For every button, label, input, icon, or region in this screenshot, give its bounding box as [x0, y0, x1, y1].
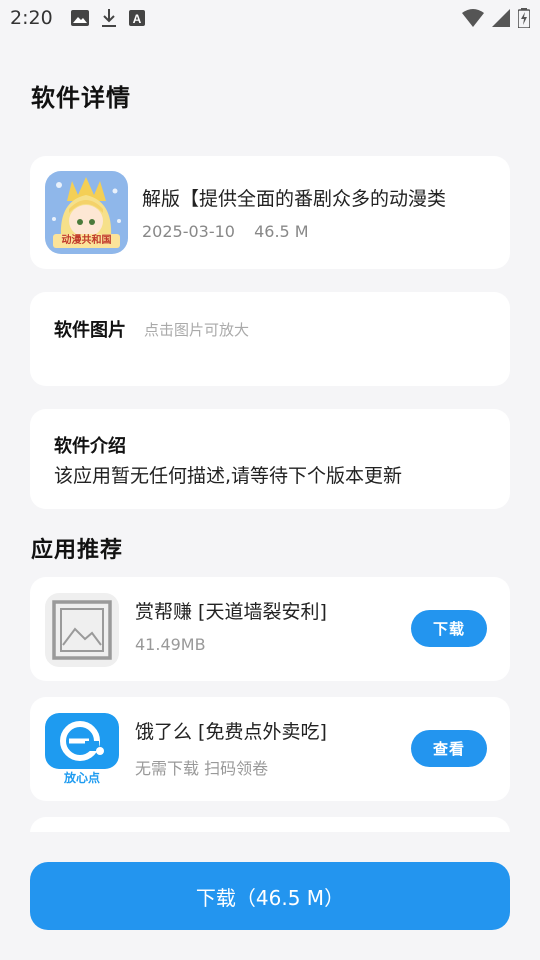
app-size: 46.5 M: [254, 222, 309, 241]
image-icon: [70, 10, 89, 26]
status-time: 2:20: [10, 7, 53, 29]
recommend-item-name: 赏帮赚 [天道墙裂安利]: [135, 601, 327, 623]
svg-text:A: A: [132, 12, 141, 26]
intro-description: 该应用暂无任何描述,请等待下个版本更新: [54, 465, 403, 487]
app-icon: 动漫共和国: [45, 171, 128, 254]
main-download-button[interactable]: 下载（46.5 M）: [30, 862, 510, 930]
text-box-icon: A: [128, 10, 145, 26]
download-button[interactable]: 下载: [411, 610, 487, 647]
intro-title: 软件介绍: [54, 436, 126, 457]
wifi-icon: [462, 9, 484, 27]
recommend-item-size: 41.49MB: [135, 635, 206, 654]
status-bar: 2:20 A: [0, 0, 540, 36]
image-placeholder-icon: [45, 593, 119, 667]
recommend-item-subtitle: 无需下载 扫码领卷: [135, 759, 269, 778]
battery-icon: [518, 8, 530, 28]
app-name: 解版【提供全面的番剧众多的动漫类: [142, 188, 447, 210]
recommend-item-name: 饿了么 [免费点外卖吃]: [135, 721, 327, 743]
list-item[interactable]: 放心点 饿了么 [免费点外卖吃] 无需下载 扫码领卷 查看: [30, 697, 510, 801]
intro-card: 软件介绍 该应用暂无任何描述,请等待下个版本更新: [30, 409, 510, 509]
screenshots-card[interactable]: 软件图片 点击图片可放大: [30, 292, 510, 386]
app-icon-caption: 动漫共和国: [61, 235, 112, 246]
screenshots-hint: 点击图片可放大: [144, 321, 250, 339]
app-meta: 2025-03-10 46.5 M: [142, 222, 309, 241]
view-button[interactable]: 查看: [411, 730, 487, 767]
screenshots-title: 软件图片: [54, 320, 126, 341]
page-title: 软件详情: [31, 84, 131, 112]
recommend-title: 应用推荐: [31, 538, 124, 563]
download-icon: [101, 9, 116, 27]
eleme-icon-caption: 放心点: [63, 771, 100, 785]
list-item[interactable]: 赏帮赚 [天道墙裂安利] 41.49MB 下载: [30, 577, 510, 681]
app-date: 2025-03-10: [142, 222, 235, 241]
eleme-logo-icon: 放心点: [45, 713, 119, 787]
app-info-card: 动漫共和国 解版【提供全面的番剧众多的动漫类 2025-03-10 46.5 M: [30, 156, 510, 269]
signal-icon: [492, 9, 510, 27]
